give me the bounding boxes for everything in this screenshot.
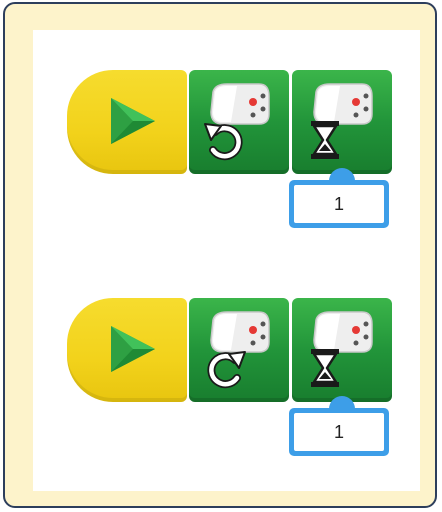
start-block[interactable]: [67, 298, 187, 402]
activity-card: 1 1: [3, 2, 437, 508]
motor-wait-block[interactable]: [292, 70, 392, 174]
motor-direction-block[interactable]: [189, 298, 289, 402]
duration-input[interactable]: 1: [289, 408, 389, 456]
program-canvas: 1 1: [33, 30, 420, 491]
play-icon: [111, 98, 155, 144]
duration-value[interactable]: 1: [294, 185, 384, 223]
hourglass-icon: [311, 349, 339, 387]
motor-wait-block[interactable]: [292, 298, 392, 402]
start-block[interactable]: [67, 70, 187, 174]
program-row-1: 1: [67, 70, 392, 230]
duration-input[interactable]: 1: [289, 180, 389, 228]
motor-direction-block[interactable]: [189, 70, 289, 174]
play-icon: [111, 326, 155, 372]
program-row-2: 1: [67, 298, 392, 458]
duration-value[interactable]: 1: [294, 413, 384, 451]
rotate-counterclockwise-icon: [204, 123, 243, 161]
hourglass-icon: [311, 121, 339, 159]
rotate-clockwise-icon: [207, 351, 246, 389]
